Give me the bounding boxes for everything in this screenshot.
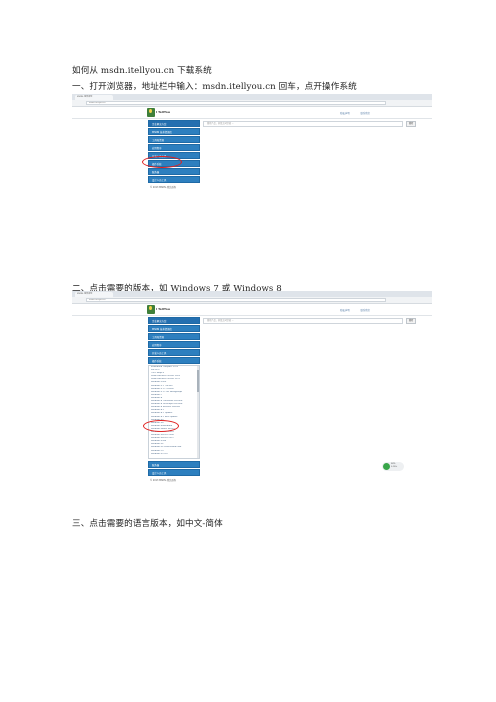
- status-icon: [383, 463, 390, 470]
- navigation-icons: [75, 102, 84, 117]
- category-menu-bottom: 服务器 设计人员工具 © 2013 MSDN, 我告诉你: [148, 461, 200, 482]
- step-1-line: 一、打开浏览器，地址栏中输入：msdn.itellyou.cn 回车，点开操作系…: [72, 82, 357, 92]
- widget-stat: 0.1K/s: [391, 466, 398, 468]
- menu-item: 工具和资源: [148, 333, 200, 340]
- logo-icon: [147, 108, 155, 117]
- menu-item: 企业解决方案: [148, 120, 200, 127]
- site-logo: I TellYou: [147, 305, 173, 314]
- address-bar: msdn.itellyou.cn: [86, 101, 386, 105]
- menu-item: 工具和资源: [148, 136, 200, 143]
- os-version-item: Windows NT 4.0: [151, 452, 168, 455]
- search-input: 搜索产品，多组之间空格 ...: [203, 318, 403, 324]
- navigation-icons: [75, 299, 84, 314]
- browser-toolbar: msdn.itellyou.cn: [72, 297, 432, 314]
- browser-screenshot-2: MSDN, 我告诉你 msdn.itellyou.cn I TellYou 隐私…: [72, 291, 432, 485]
- header-link: 隐私声明: [340, 112, 350, 115]
- header-link: 隐私声明: [340, 309, 350, 312]
- widget-stats: 58% 0.1K/s: [391, 463, 397, 469]
- extension-icons: [409, 298, 429, 313]
- browser-screenshot-1: MSDN, 我告诉你 msdn.itellyou.cn I TellYou 隐私…: [72, 94, 432, 190]
- intro-line: 如何从 msdn.itellyou.cn 下载系统: [72, 66, 212, 76]
- header-links: 隐私声明 联系我们: [330, 111, 370, 115]
- logo-text: I TellYou: [156, 110, 170, 114]
- footer-text: © 2013 MSDN, 我告诉你: [150, 186, 176, 189]
- list-scrollbar: [197, 366, 199, 458]
- category-menu: 企业解决方案 MSDN 技术资源库 工具和资源 应用程序 开发人员工具 操作系统…: [148, 120, 200, 189]
- menu-item: 应用程序: [148, 144, 200, 151]
- site-header: I TellYou 隐私声明 联系我们: [72, 304, 432, 316]
- browser-toolbar: msdn.itellyou.cn: [72, 100, 432, 117]
- site-header: I TellYou 隐私声明 联系我们: [72, 107, 432, 119]
- search-button: 搜索: [406, 121, 416, 127]
- menu-item: MSDN 技术资源库: [148, 128, 200, 135]
- search-button: 搜索: [406, 318, 416, 324]
- logo-icon: [147, 305, 155, 314]
- address-bar: msdn.itellyou.cn: [86, 298, 386, 302]
- menu-item: 服务器: [148, 168, 200, 175]
- menu-item: 设计人员工具: [148, 176, 200, 183]
- os-version-list: Embedded Compact 2013 MS-DOS OS/2 Warp 4 Sm…: [148, 365, 200, 459]
- site-logo: I TellYou: [147, 108, 173, 117]
- logo-text: I TellYou: [156, 307, 170, 311]
- menu-item: 设计人员工具: [148, 469, 200, 476]
- step-3-line: 三、点击需要的语言版本，如中文-简体: [72, 519, 223, 529]
- header-link: 联系我们: [360, 309, 370, 312]
- highlight-circle: [142, 156, 182, 168]
- highlight-circle: [143, 420, 179, 432]
- header-link: 联系我们: [360, 112, 370, 115]
- menu-item: 开发人员工具: [148, 349, 200, 356]
- menu-item: 企业解决方案: [148, 317, 200, 324]
- menu-item-os: 操作系统: [148, 357, 200, 364]
- network-widget: 58% 0.1K/s: [382, 462, 404, 471]
- os-version-items: Embedded Compact 2013 MS-DOS OS/2 Warp 4 Sm…: [149, 366, 199, 456]
- menu-item: 服务器: [148, 461, 200, 468]
- menu-item: MSDN 技术资源库: [148, 325, 200, 332]
- header-links: 隐私声明 联系我们: [330, 308, 370, 312]
- footer-text: © 2013 MSDN, 我告诉你: [150, 479, 176, 482]
- extension-icons: [409, 101, 429, 116]
- category-menu: 企业解决方案 MSDN 技术资源库 工具和资源 应用程序 开发人员工具 操作系统: [148, 317, 200, 365]
- search-input: 搜索产品，多组之间空格 ...: [203, 121, 403, 127]
- menu-item: 应用程序: [148, 341, 200, 348]
